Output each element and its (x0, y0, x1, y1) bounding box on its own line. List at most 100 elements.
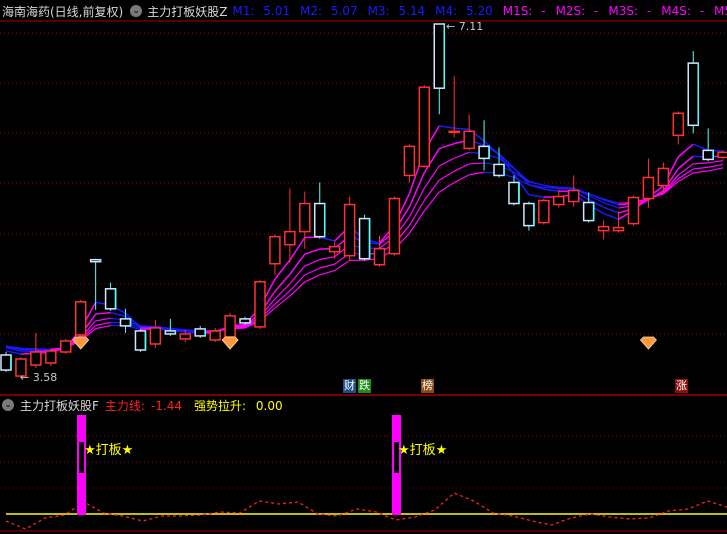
diamond-icon (72, 336, 90, 350)
high-price-label: ← 7.11 (446, 20, 484, 33)
chevron-down-icon[interactable]: ⌄ (2, 399, 14, 411)
candle-up (642, 176, 655, 200)
candle-up (717, 151, 727, 159)
ma1-value: M1: 5.01 (232, 4, 290, 18)
diamond-icon (221, 336, 239, 350)
ma-line-segment (423, 191, 440, 212)
candle-up (254, 281, 266, 328)
ma-line-segment (110, 311, 126, 318)
main-force-line (5, 492, 727, 530)
candle-down (508, 181, 520, 205)
badge-bang[interactable]: 榜 (421, 379, 434, 393)
main-line-value: 主力线: -1.44 (104, 398, 183, 413)
ma-line-segment (20, 347, 36, 350)
candle-up (299, 202, 311, 233)
ma-line-segment (95, 324, 111, 330)
ma-line-segment (438, 182, 455, 193)
ma-line-segment (439, 142, 455, 150)
ma-line-segment (304, 274, 320, 283)
candle-up (60, 340, 72, 353)
candle-up (403, 145, 416, 177)
candle-up (657, 167, 670, 187)
candle-up (149, 327, 162, 345)
m2s-value: M2S: - (555, 4, 599, 18)
signal-label-1: ★打板★ (84, 443, 134, 458)
candle-up (388, 197, 401, 255)
candle-up (179, 333, 192, 340)
main-chart-title-bar: 海南海药(日线,前复权) ⌄ 主力打板妖股Z M1: 5.01 M2: 5.07… (0, 2, 727, 20)
m3s-value: M3S: - (608, 4, 652, 18)
candle-up (463, 130, 475, 150)
ma2-value: M2: 5.07 (300, 4, 358, 18)
candle-up (343, 203, 356, 257)
candle-up (74, 301, 87, 336)
ma-line-segment (677, 143, 694, 158)
candle-up (209, 330, 221, 341)
ma-line-segment (693, 166, 709, 170)
signal-label-2: ★打板★ (398, 443, 448, 458)
ma-line-segment (95, 317, 111, 322)
ma3-value: M3: 5.14 (367, 4, 426, 18)
candle-up (672, 112, 685, 137)
ma-line-segment (513, 168, 530, 182)
ma-line-segment (439, 125, 455, 129)
ma-line-segment (453, 174, 470, 184)
ma-line-segment (95, 321, 111, 326)
ma-line-segment (693, 170, 709, 174)
ma-line-segment (693, 162, 709, 165)
candle-up (538, 199, 550, 224)
m1s-value: M1S: - (502, 4, 546, 18)
candle-down (523, 202, 535, 227)
candle-up (567, 189, 580, 203)
candle-down (239, 318, 251, 324)
ma-line-segment (469, 171, 485, 176)
candle-down (194, 328, 206, 337)
candle-up (30, 351, 42, 366)
m4s-value: M4S: - (661, 4, 705, 18)
candle-up (612, 226, 625, 232)
candle-up (627, 196, 640, 225)
ma-line-segment (304, 267, 320, 276)
candle-down (134, 330, 147, 351)
ma-line-segment (603, 212, 619, 220)
ma-line-segment (289, 265, 306, 285)
sub-indicator-name[interactable]: 主力打板妖股F (20, 397, 99, 414)
strong-rise-value: 强势拉升: 0.00 (194, 398, 283, 413)
candle-up (269, 235, 281, 265)
m5s-value: M5S: - (714, 4, 727, 18)
ma-line-segment (319, 256, 335, 261)
badge-die[interactable]: 跌 (358, 379, 371, 393)
badge-zhang[interactable]: 涨 (675, 379, 688, 393)
candle-down (433, 23, 446, 89)
candle-down (582, 201, 595, 222)
ma-line-segment (708, 167, 724, 172)
chevron-down-icon[interactable]: ⌄ (130, 5, 143, 17)
candle-up (328, 245, 341, 253)
ma-line-segment (304, 248, 320, 255)
candle-down (687, 62, 699, 127)
candle-down (478, 145, 490, 160)
ma-line-segment (438, 170, 455, 181)
indicator-name[interactable]: 主力打板妖股Z (147, 3, 227, 20)
ma-line-segment (319, 263, 335, 269)
sub-chart-title-bar: ⌄ 主力打板妖股F 主力线: -1.44 强势拉升: 0.00 (0, 397, 295, 413)
ma-line-segment (708, 163, 724, 168)
diamond-icon (639, 336, 657, 350)
ma-line-segment (677, 155, 694, 170)
ma-line-segment (319, 236, 335, 242)
candle-down (89, 258, 102, 263)
candle-down (493, 163, 505, 177)
candle-up (448, 130, 460, 134)
ma-line-segment (274, 283, 291, 300)
low-price-label: ← 3.58 (20, 371, 58, 384)
ma-line-segment (528, 194, 544, 198)
ma-line-segment (423, 179, 440, 201)
ma-line-segment (454, 127, 470, 131)
candle-up (373, 247, 386, 266)
candle-up (284, 230, 296, 246)
ma-line-segment (469, 162, 485, 165)
candle-down (0, 354, 12, 371)
stock-name: 海南海药(日线,前复权) (2, 4, 124, 19)
badge-cai[interactable]: 财 (343, 379, 356, 393)
candle-up (224, 315, 236, 338)
